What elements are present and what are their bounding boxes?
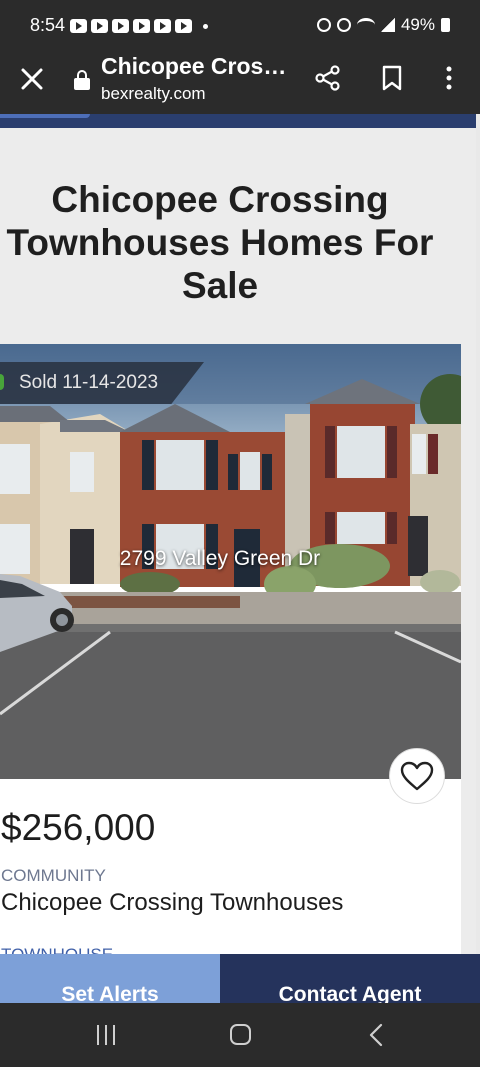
alarm-icon: [336, 18, 351, 32]
listing-card[interactable]: Sold 11-14-2023 2799 Valley Green Dr $25…: [0, 344, 461, 1003]
sold-status-dot-icon: [0, 374, 4, 390]
share-icon[interactable]: [314, 64, 342, 92]
sold-badge-text: Sold 11-14-2023: [19, 372, 159, 393]
youtube-icon: [133, 19, 150, 33]
battery-icon: [441, 18, 450, 32]
set-alerts-button[interactable]: Set Alerts: [0, 954, 220, 1003]
url-text[interactable]: bexrealty.com: [101, 84, 206, 104]
do-not-disturb-icon: [316, 18, 331, 32]
notification-icons: [70, 19, 192, 33]
youtube-icon: [154, 19, 171, 33]
battery-percent: 49%: [400, 15, 435, 34]
status-bar: 8:54 49%: [0, 0, 480, 52]
youtube-icon: [112, 19, 129, 33]
back-icon[interactable]: [368, 1023, 384, 1047]
wifi-icon: [356, 18, 375, 32]
browser-toolbar: Chicopee Crossing Townhouses Homes For S…: [0, 52, 480, 114]
status-time: 8:54: [30, 15, 66, 35]
favorite-button[interactable]: [389, 748, 445, 804]
youtube-icon: [175, 19, 192, 33]
youtube-icon: [91, 19, 108, 33]
youtube-icon: [70, 19, 87, 33]
sold-badge: Sold 11-14-2023: [0, 362, 204, 404]
community-label: COMMUNITY: [1, 866, 106, 885]
more-notifications-dot-icon: [203, 24, 208, 29]
site-nav-strip: [0, 114, 476, 128]
page-tab-title: Chicopee Crossing Townhouses Homes For S…: [101, 53, 291, 79]
page-content: Chicopee Crossing Townhouses Homes For S…: [0, 128, 476, 1003]
system-navigation-bar: [0, 1003, 480, 1067]
nav-strip-accent: [0, 114, 90, 118]
listing-photo[interactable]: Sold 11-14-2023 2799 Valley Green Dr: [0, 344, 461, 779]
contact-agent-button[interactable]: Contact Agent: [220, 954, 480, 1003]
close-icon[interactable]: [18, 65, 46, 93]
lock-icon: [74, 70, 90, 90]
listing-price: $256,000: [1, 807, 156, 848]
community-name[interactable]: Chicopee Crossing Townhouses: [1, 889, 343, 917]
status-right: 49%: [316, 15, 450, 35]
home-icon[interactable]: [230, 1024, 251, 1045]
heart-icon: [400, 761, 434, 791]
bookmark-icon[interactable]: [380, 64, 404, 92]
recents-icon[interactable]: [96, 1025, 118, 1045]
signal-icon: [380, 18, 395, 32]
more-options-icon[interactable]: [437, 64, 461, 92]
page-title: Chicopee Crossing Townhouses Homes For S…: [6, 179, 434, 306]
photo-address[interactable]: 2799 Valley Green Dr: [0, 547, 440, 571]
